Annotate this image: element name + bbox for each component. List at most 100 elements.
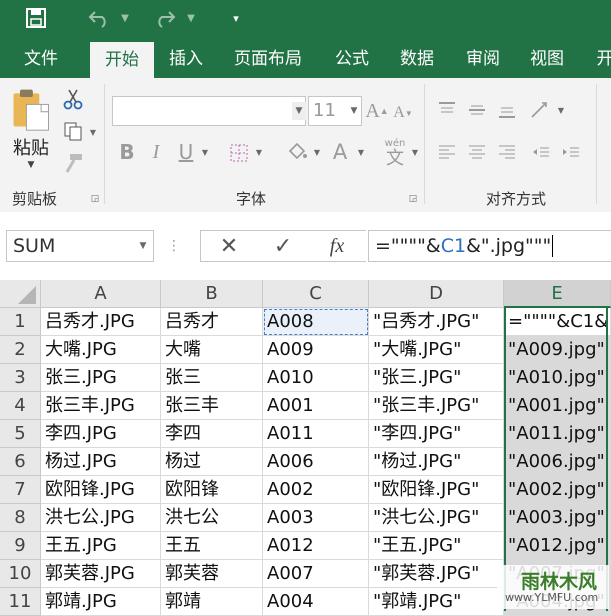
font-size-dropdown-icon[interactable]: ▼ (348, 102, 360, 120)
cell-b9[interactable]: 王五 (161, 532, 263, 560)
cell-e6[interactable]: "A006.jpg" (504, 448, 611, 476)
font-name-select[interactable] (112, 96, 306, 126)
font-color-dropdown-icon[interactable]: ▼ (356, 146, 366, 158)
bold-icon[interactable]: B (114, 138, 140, 166)
align-right-icon[interactable] (494, 138, 520, 166)
cell-e1[interactable]: =""""&C1& (504, 308, 611, 336)
cell-c3[interactable]: A010 (263, 364, 369, 392)
column-header-c[interactable]: C (263, 280, 369, 308)
underline-icon[interactable]: U (174, 138, 198, 166)
cell-d8[interactable]: "洪七公.JPG" (369, 504, 504, 532)
cell-a1[interactable]: 吕秀才.JPG (41, 308, 161, 336)
cut-icon[interactable] (60, 86, 86, 112)
phonetic-guide-icon[interactable]: wén 文 (380, 136, 410, 170)
cell-b5[interactable]: 李四 (161, 420, 263, 448)
cell-c7[interactable]: A002 (263, 476, 369, 504)
cell-c6[interactable]: A006 (263, 448, 369, 476)
fill-color-dropdown-icon[interactable]: ▼ (312, 146, 322, 158)
align-middle-icon[interactable] (464, 96, 490, 124)
borders-icon[interactable] (226, 140, 252, 166)
cell-d4[interactable]: "张三丰.JPG" (369, 392, 504, 420)
row-header[interactable]: 11 (0, 588, 41, 616)
cell-c2[interactable]: A009 (263, 336, 369, 364)
cell-a2[interactable]: 大嘴.JPG (41, 336, 161, 364)
cell-b4[interactable]: 张三丰 (161, 392, 263, 420)
tab-insert[interactable]: 插入 (158, 36, 214, 78)
tab-home[interactable]: 开始 (90, 42, 154, 78)
cell-e2[interactable]: "A009.jpg" (504, 336, 611, 364)
cell-b7[interactable]: 欧阳锋 (161, 476, 263, 504)
row-header[interactable]: 1 (0, 308, 41, 336)
cell-e8[interactable]: "A003.jpg" (504, 504, 611, 532)
row-header[interactable]: 2 (0, 336, 41, 364)
cell-d11[interactable]: "郭靖.JPG" (369, 588, 504, 616)
name-box-dropdown-icon[interactable]: ▼ (136, 238, 150, 254)
cell-d7[interactable]: "欧阳锋.JPG" (369, 476, 504, 504)
row-header[interactable]: 8 (0, 504, 41, 532)
increase-indent-icon[interactable] (558, 138, 584, 166)
formula-input[interactable]: =""""&C1&".jpg""" (368, 230, 611, 262)
underline-dropdown-icon[interactable]: ▼ (200, 146, 210, 158)
decrease-font-size-icon[interactable]: A ▼ (392, 100, 414, 126)
tab-view[interactable]: 视图 (518, 36, 576, 78)
cell-c1[interactable]: A008 (263, 308, 369, 336)
format-painter-icon[interactable] (60, 150, 86, 176)
cell-b3[interactable]: 张三 (161, 364, 263, 392)
cell-b8[interactable]: 洪七公 (161, 504, 263, 532)
cell-d6[interactable]: "杨过.JPG" (369, 448, 504, 476)
cell-a5[interactable]: 李四.JPG (41, 420, 161, 448)
cell-d2[interactable]: "大嘴.JPG" (369, 336, 504, 364)
row-header[interactable]: 7 (0, 476, 41, 504)
cell-d9[interactable]: "王五.JPG" (369, 532, 504, 560)
cell-d5[interactable]: "李四.JPG" (369, 420, 504, 448)
cell-e7[interactable]: "A002.jpg" (504, 476, 611, 504)
redo-icon[interactable] (150, 4, 180, 32)
cell-d3[interactable]: "张三.JPG" (369, 364, 504, 392)
font-color-icon[interactable]: A (328, 138, 352, 166)
cell-c10[interactable]: A007 (263, 560, 369, 588)
cell-a8[interactable]: 洪七公.JPG (41, 504, 161, 532)
align-top-icon[interactable] (434, 96, 460, 124)
orientation-dropdown-icon[interactable]: ▼ (556, 104, 566, 116)
fill-color-icon[interactable] (284, 138, 310, 166)
paste-dropdown-icon[interactable]: ▼ (28, 160, 35, 170)
cancel-icon[interactable]: ✕ (209, 233, 249, 259)
cell-c8[interactable]: A003 (263, 504, 369, 532)
row-header[interactable]: 10 (0, 560, 41, 588)
cell-a6[interactable]: 杨过.JPG (41, 448, 161, 476)
column-header-d[interactable]: D (369, 280, 504, 308)
cell-a9[interactable]: 王五.JPG (41, 532, 161, 560)
cell-b1[interactable]: 吕秀才 (161, 308, 263, 336)
cell-a7[interactable]: 欧阳锋.JPG (41, 476, 161, 504)
name-box[interactable]: SUM (6, 230, 154, 262)
tab-formulas[interactable]: 公式 (324, 36, 380, 78)
paste-button[interactable]: 粘贴 ▼ (6, 86, 56, 170)
column-header-e[interactable]: E (504, 280, 611, 308)
phonetic-dropdown-icon[interactable]: ▼ (410, 146, 420, 158)
save-icon[interactable] (22, 4, 50, 32)
copy-icon[interactable] (60, 118, 86, 144)
cell-e5[interactable]: "A011.jpg" (504, 420, 611, 448)
font-name-dropdown-icon[interactable]: ▼ (292, 102, 306, 120)
italic-icon[interactable]: I (144, 138, 168, 166)
cell-c9[interactable]: A012 (263, 532, 369, 560)
redo-dropdown-icon[interactable]: ▼ (184, 4, 198, 32)
cell-e9[interactable]: "A012.jpg" (504, 532, 611, 560)
align-center-icon[interactable] (464, 138, 490, 166)
cell-b6[interactable]: 杨过 (161, 448, 263, 476)
tab-file[interactable]: 文件 (10, 36, 72, 78)
cell-c4[interactable]: A001 (263, 392, 369, 420)
cell-a3[interactable]: 张三.JPG (41, 364, 161, 392)
copy-dropdown-icon[interactable]: ▼ (88, 126, 98, 138)
column-header-a[interactable]: A (41, 280, 161, 308)
borders-dropdown-icon[interactable]: ▼ (254, 146, 264, 158)
tab-review[interactable]: 审阅 (454, 36, 512, 78)
cell-d1[interactable]: "吕秀才.JPG" (369, 308, 504, 336)
row-header[interactable]: 6 (0, 448, 41, 476)
decrease-indent-icon[interactable] (528, 138, 554, 166)
select-all-corner[interactable] (0, 280, 41, 308)
cell-b10[interactable]: 郭芙蓉 (161, 560, 263, 588)
clipboard-launcher-icon[interactable]: ◲ (90, 194, 100, 204)
cell-a4[interactable]: 张三丰.JPG (41, 392, 161, 420)
align-left-icon[interactable] (434, 138, 460, 166)
